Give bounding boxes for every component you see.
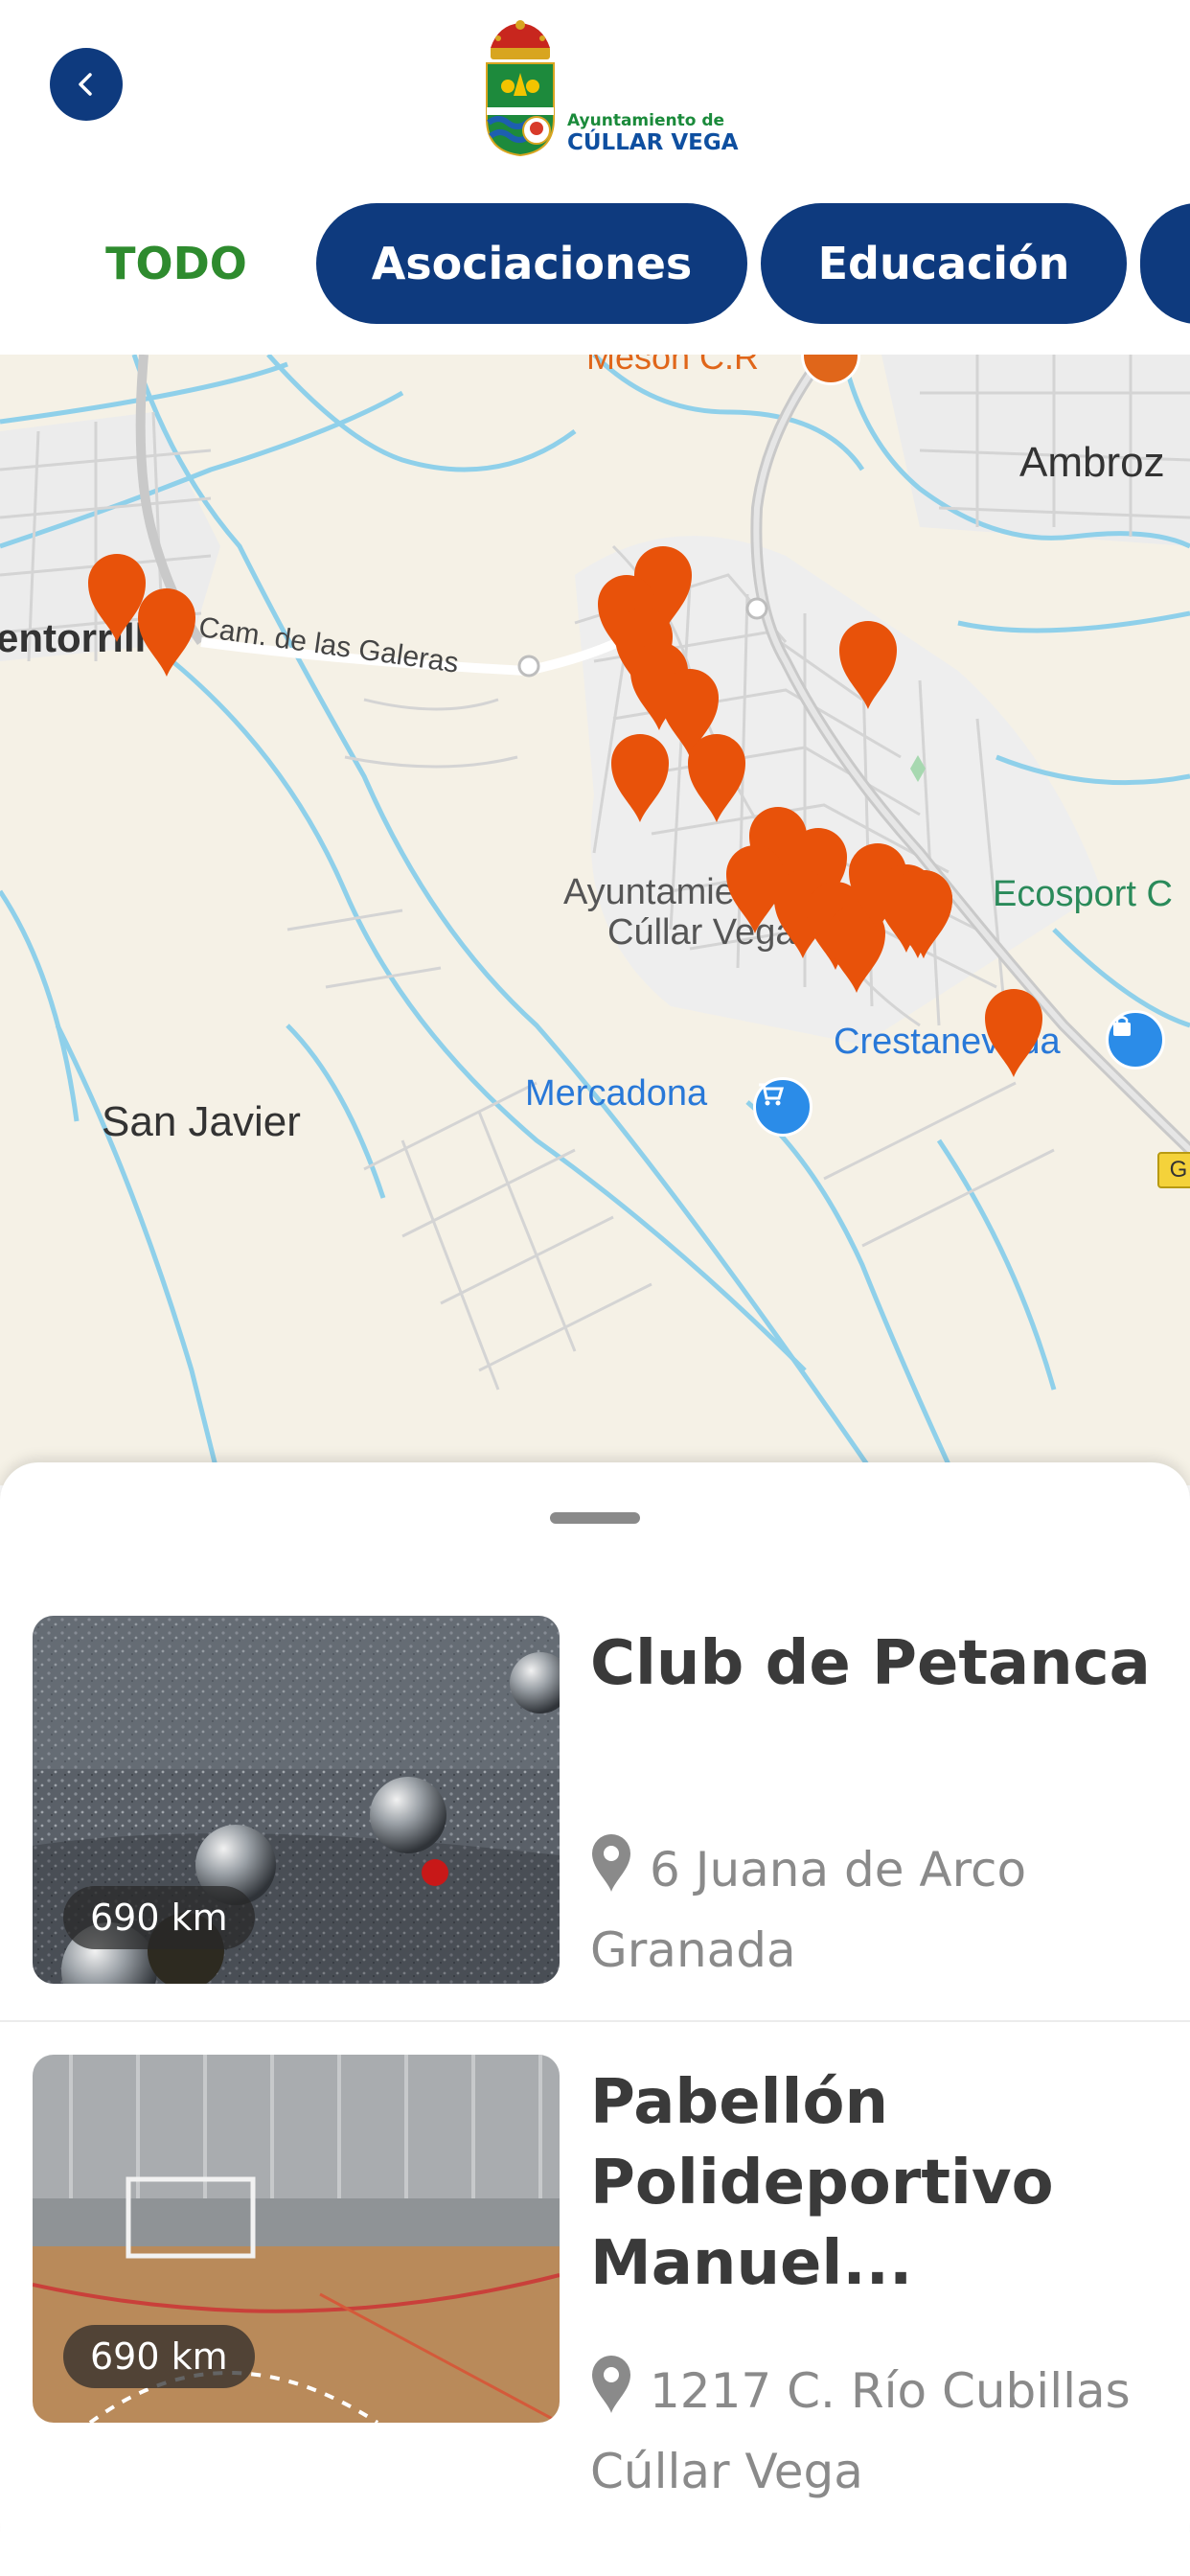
map-marker[interactable] xyxy=(887,868,949,960)
map-marker[interactable] xyxy=(983,987,1044,1079)
coat-of-arms-icon xyxy=(486,20,555,157)
tab-todo[interactable]: TODO xyxy=(71,203,282,324)
map-view[interactable]: entorrillo Cam. de las Galeras Ambroz Ay… xyxy=(0,355,1190,1485)
sheet-drag-handle[interactable] xyxy=(550,1512,640,1524)
place-address: 1217 C. Río Cubillas Cúllar Vega xyxy=(590,2354,1175,2508)
place-title[interactable]: Pabellón Polideportivo Manuel... xyxy=(590,2062,1165,2304)
place-title[interactable]: Club de Petanca xyxy=(590,1623,1165,1704)
places-bottom-sheet[interactable]: 690 km Club de Petanca 6 Juana de Arco G… xyxy=(0,1462,1190,2576)
location-pin-icon xyxy=(590,1832,632,1914)
logo-text-line1: Ayuntamiento de xyxy=(567,111,725,130)
map-label-ecosport: Ecosport C xyxy=(993,874,1173,914)
address-line-2: Cúllar Vega xyxy=(590,2444,863,2499)
map-label-meson: Mesón C.R xyxy=(586,355,760,377)
map-marker[interactable] xyxy=(837,619,899,711)
map-marker[interactable] xyxy=(686,732,747,824)
place-card[interactable]: 690 km Pabellón Polideportivo Manuel... … xyxy=(0,2055,1190,2553)
logo-text-line2: CÚLLAR VEGA xyxy=(567,130,739,155)
map-label-mercadona: Mercadona xyxy=(525,1073,708,1114)
address-line-1: 6 Juana de Arco xyxy=(650,1842,1027,1898)
mercadona-cart-icon[interactable] xyxy=(753,1077,812,1137)
town-logo: Ayuntamiento de CÚLLAR VEGA xyxy=(479,19,739,161)
shopping-bag-icon[interactable] xyxy=(1106,1010,1165,1070)
address-line-1: 1217 C. Río Cubillas xyxy=(650,2363,1131,2419)
distance-badge: 690 km xyxy=(63,2325,255,2388)
map-marker[interactable] xyxy=(136,586,197,678)
place-image-pabellon: 690 km xyxy=(33,2055,560,2423)
distance-badge: 690 km xyxy=(63,1886,255,1949)
category-tabs: TODO Asociaciones Educación xyxy=(0,171,1190,355)
road-shield: G xyxy=(1157,1152,1190,1188)
place-card[interactable]: 690 km Club de Petanca 6 Juana de Arco G… xyxy=(0,1616,1190,2028)
map-marker[interactable] xyxy=(609,732,671,824)
map-label-ambroz: Ambroz xyxy=(1019,439,1165,486)
map-background xyxy=(0,355,1190,1485)
app-header: Ayuntamiento de CÚLLAR VEGA xyxy=(0,0,1190,172)
place-image-petanca: 690 km xyxy=(33,1616,560,1984)
app-screen: Ayuntamiento de CÚLLAR VEGA TODO Asociac… xyxy=(0,0,1190,2576)
tab-more[interactable] xyxy=(1140,203,1190,324)
address-line-2: Granada xyxy=(590,1922,796,1978)
card-divider xyxy=(0,2020,1190,2022)
place-address: 6 Juana de Arco Granada xyxy=(590,1832,1175,1987)
location-pin-icon xyxy=(590,2354,632,2435)
chevron-left-icon xyxy=(79,73,92,96)
tab-asociaciones[interactable]: Asociaciones xyxy=(316,203,747,324)
tab-educacion[interactable]: Educación xyxy=(761,203,1127,324)
back-button[interactable] xyxy=(50,48,123,121)
map-label-san-javier: San Javier xyxy=(102,1098,301,1145)
